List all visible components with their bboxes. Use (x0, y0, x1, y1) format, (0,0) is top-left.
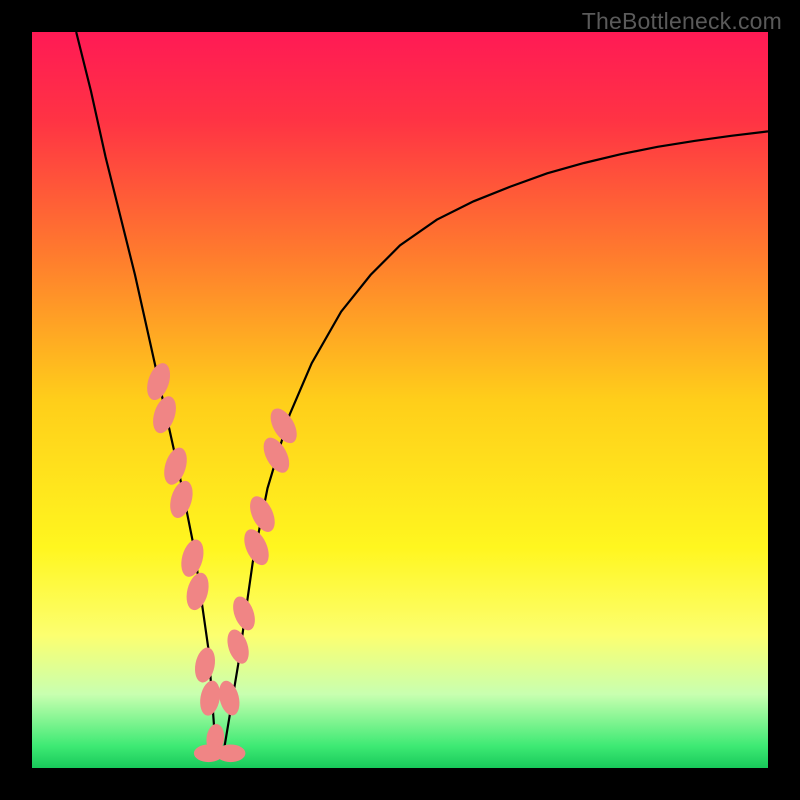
plot-area (32, 32, 768, 768)
watermark-text: TheBottleneck.com (582, 8, 782, 35)
marker (239, 526, 273, 569)
chart-frame: TheBottleneck.com (0, 0, 800, 800)
chart-svg (32, 32, 768, 768)
highlighted-points (143, 360, 302, 762)
marker (192, 646, 218, 684)
marker (216, 679, 243, 718)
marker (224, 627, 253, 667)
marker (245, 492, 280, 535)
marker (229, 593, 259, 633)
marker (216, 745, 245, 763)
marker (198, 679, 223, 717)
marker (183, 570, 212, 612)
bottleneck-curve (76, 32, 768, 753)
marker (178, 537, 208, 579)
